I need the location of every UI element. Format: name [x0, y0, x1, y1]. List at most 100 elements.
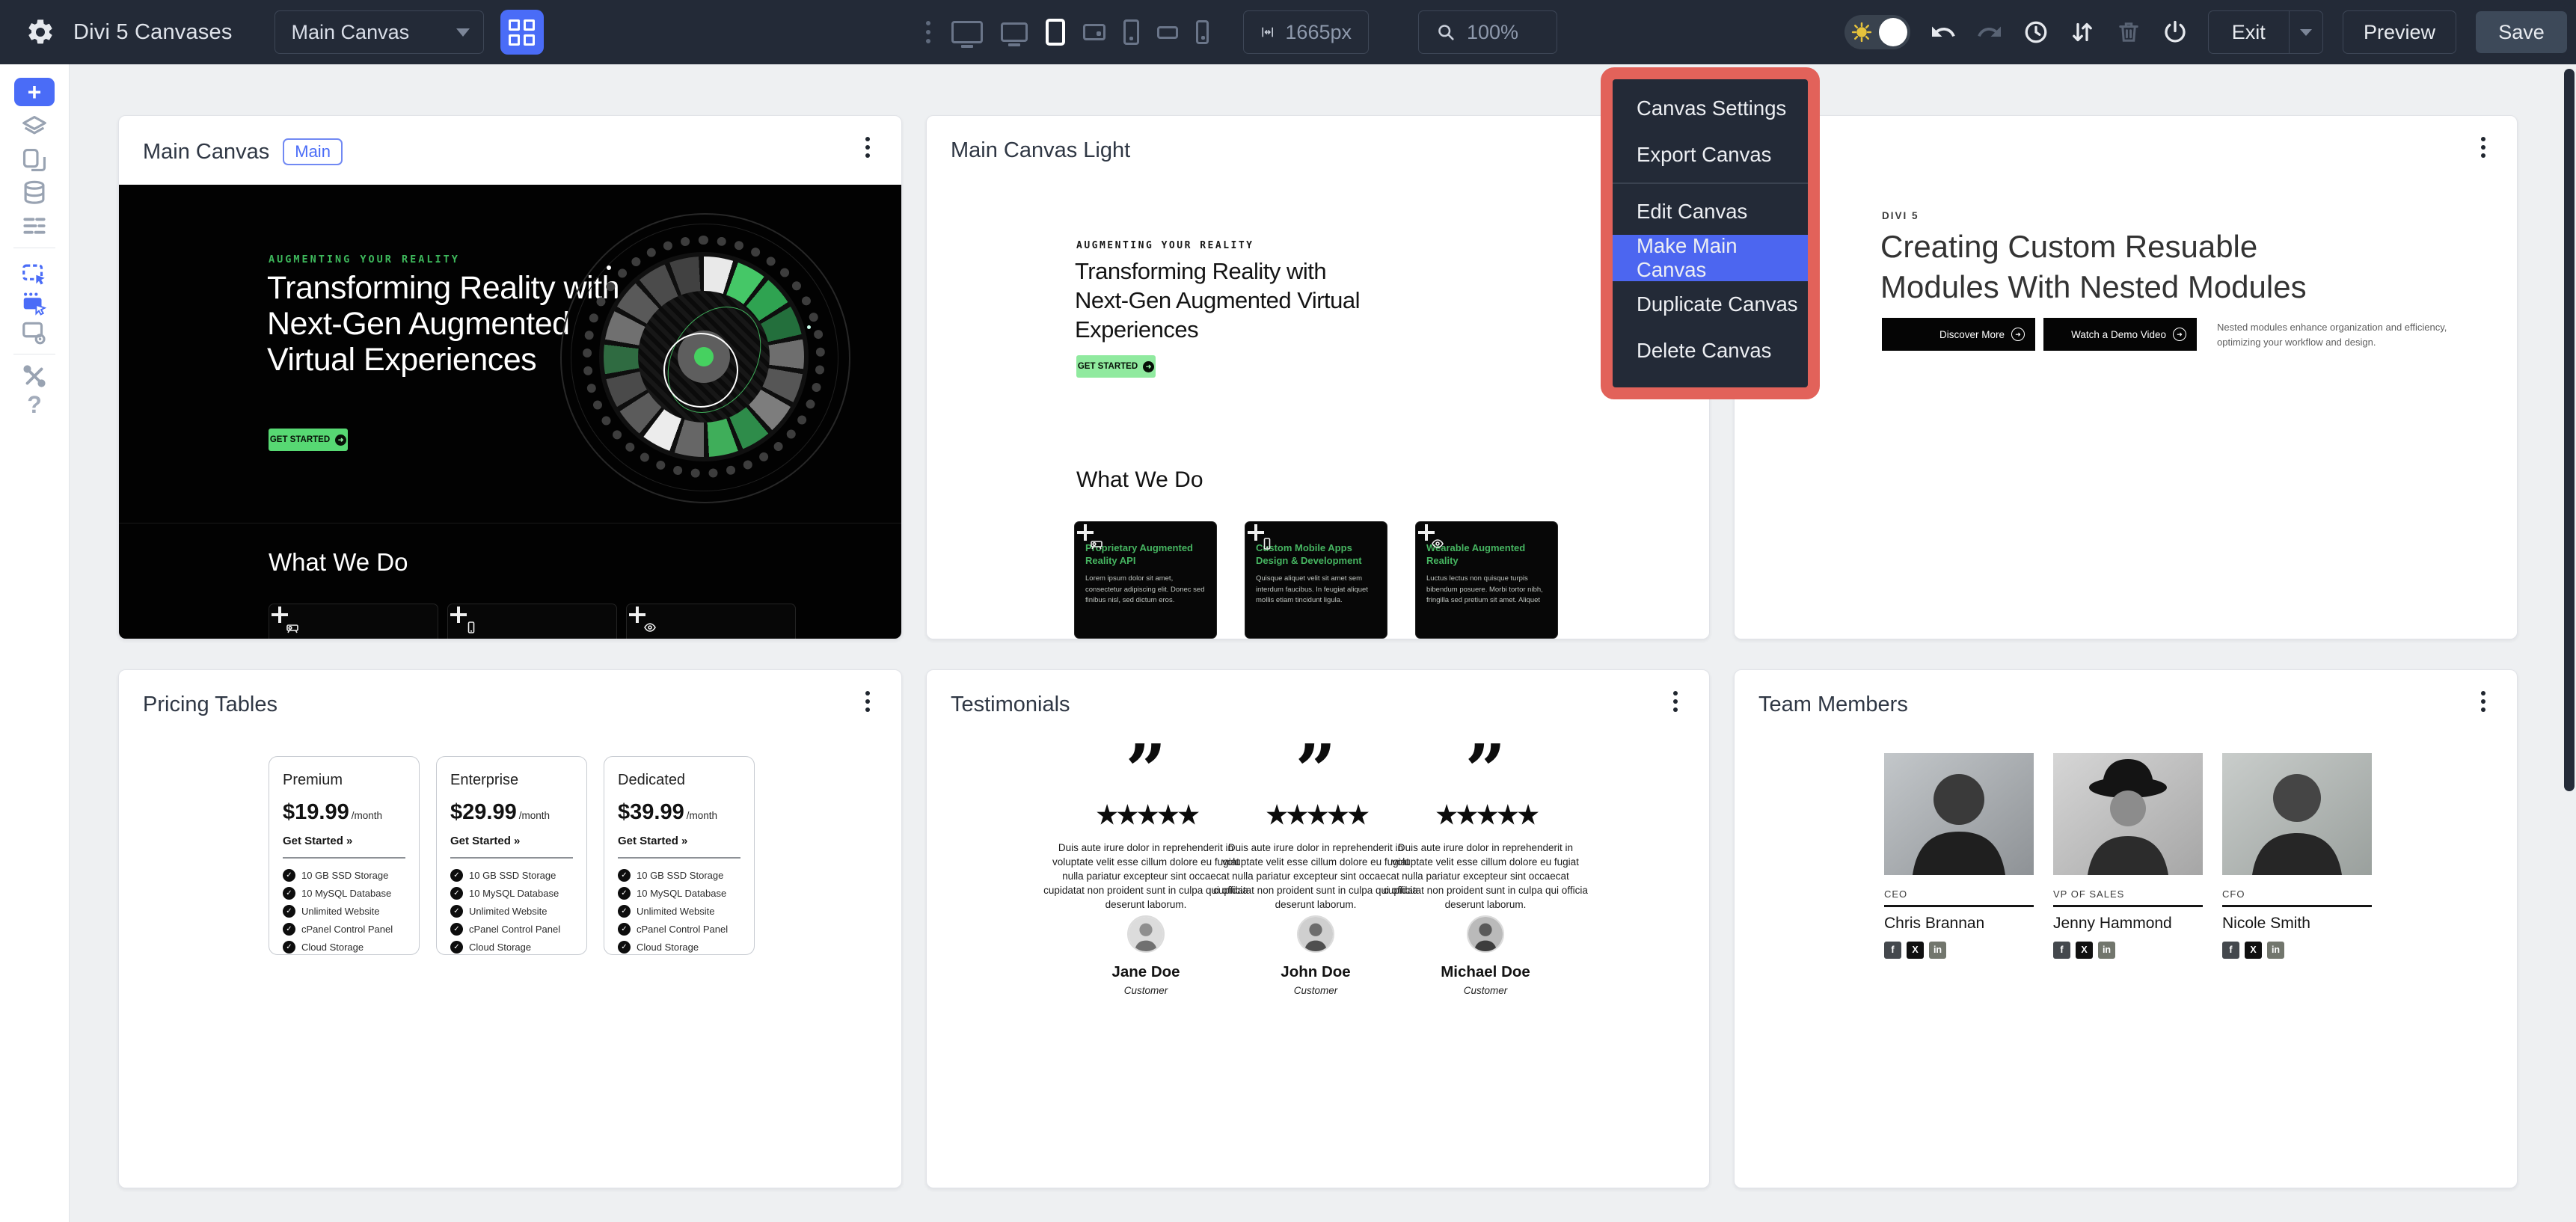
card-menu-kebab-icon[interactable]: [2472, 137, 2494, 167]
feature-label: cPanel Control Panel: [301, 924, 393, 935]
help-icon[interactable]: ?: [20, 390, 49, 419]
add-new-button[interactable]: +: [14, 78, 55, 106]
linkedin-icon: in: [2267, 942, 2284, 959]
check-icon: [450, 869, 463, 882]
what-we-do-heading: What We Do: [1076, 467, 1203, 493]
discover-more-label: Discover More: [1939, 329, 2005, 340]
vertical-scrollbar[interactable]: [2564, 69, 2575, 791]
tools-icon[interactable]: [20, 362, 49, 390]
canvas-card-testimonials[interactable]: Testimonials ” ★★★★★ Duis aute irure dol…: [926, 669, 1710, 1188]
redo-icon[interactable]: [1976, 19, 2003, 46]
zoom-control[interactable]: 100%: [1418, 10, 1557, 54]
device-desktop-large-icon[interactable]: [951, 21, 983, 43]
trash-icon[interactable]: [2115, 19, 2142, 46]
check-icon: [283, 869, 295, 882]
facebook-icon: f: [1884, 942, 1901, 959]
device-desktop-icon[interactable]: [1001, 22, 1028, 42]
save-label: Save: [2498, 21, 2545, 44]
check-icon: [283, 941, 295, 954]
service-body: Quisque aliquet velit sit amet sem inter…: [1256, 574, 1376, 607]
menu-item-make-main-canvas[interactable]: Make Main Canvas: [1613, 235, 1808, 281]
module-preview-icon[interactable]: [20, 319, 49, 347]
card-menu-kebab-icon[interactable]: [856, 691, 879, 721]
canvas-card-pricing[interactable]: Pricing Tables Premium $19.99/month Get …: [118, 669, 902, 1188]
history-icon[interactable]: [2023, 19, 2049, 46]
what-we-do-heading: What We Do: [269, 548, 408, 577]
pricing-plan: Enterprise $29.99/month Get Started » 10…: [436, 756, 587, 955]
plan-name: Dedicated: [618, 772, 740, 789]
testimonial-name: Michael Doe: [1382, 963, 1589, 981]
menu-item-delete-canvas[interactable]: Delete Canvas: [1613, 328, 1808, 374]
card-menu-kebab-icon[interactable]: [2472, 691, 2494, 721]
check-icon: [450, 923, 463, 936]
portability-power-icon[interactable]: [2162, 19, 2189, 46]
check-icon: [618, 869, 631, 882]
menu-item-duplicate-canvas[interactable]: Duplicate Canvas: [1613, 281, 1808, 328]
toggle-knob: [1879, 18, 1907, 46]
device-tablet-icon[interactable]: [1046, 19, 1065, 46]
device-phone-icon[interactable]: [1123, 19, 1139, 45]
service-body: Lorem ipsum dolor sit amet, consectetur …: [1085, 574, 1206, 607]
canvas-width-input[interactable]: 1665px: [1243, 10, 1369, 54]
canvas-grid-view-button[interactable]: [500, 10, 544, 55]
plan-price: $29.99: [450, 800, 517, 825]
canvas-card-light[interactable]: Main Canvas Light AUGMENTING YOUR REALIT…: [926, 115, 1710, 639]
feature-label: Cloud Storage: [637, 942, 699, 953]
check-icon: [618, 887, 631, 900]
check-icon: [450, 887, 463, 900]
divi5-label: DIVI 5: [1882, 210, 1919, 221]
chevron-down-icon: [456, 28, 470, 37]
plan-cta: Get Started »: [618, 835, 740, 847]
device-phone-small-icon[interactable]: [1196, 20, 1209, 44]
settings-gear-icon[interactable]: [25, 17, 55, 47]
rows-icon[interactable]: [20, 212, 49, 240]
undo-icon[interactable]: [1930, 19, 1957, 46]
preview-button[interactable]: Preview: [2343, 10, 2456, 54]
canvas-name: Pricing Tables: [143, 693, 277, 717]
layers-icon[interactable]: [20, 113, 49, 141]
plan-divider: [283, 857, 405, 859]
member-photo: [1884, 753, 2034, 875]
canvas-selector-dropdown[interactable]: Main Canvas: [275, 10, 484, 54]
canvas-select-icon[interactable]: [20, 260, 49, 289]
preview-label: Preview: [2364, 21, 2435, 44]
check-icon: [283, 905, 295, 918]
get-started-button: GET STARTED➜: [269, 429, 348, 451]
divi-canvases-app: Divi 5 Canvases Main Canvas 1665px: [0, 0, 2576, 1222]
menu-item-export-canvas[interactable]: Export Canvas: [1613, 132, 1808, 178]
member-name: Nicole Smith: [2222, 915, 2372, 933]
quote-mark: ”: [1382, 745, 1589, 797]
plan-cta: Get Started »: [283, 835, 405, 847]
templates-icon[interactable]: [20, 146, 49, 174]
database-icon[interactable]: [20, 179, 49, 207]
team-member: VP OF SALES Jenny Hammond f X in: [2053, 753, 2203, 959]
canvas-preview-nested: DIVI 5 Creating Custom Resuable Modules …: [1735, 185, 2517, 639]
card-menu-kebab-icon[interactable]: [856, 137, 879, 167]
plan-period: /month: [519, 810, 550, 821]
canvas-card-team[interactable]: Team Members CEO Chris Brannan f X in VP…: [1734, 669, 2518, 1188]
plan-name: Enterprise: [450, 772, 573, 789]
sun-icon: [1850, 21, 1873, 43]
menu-item-edit-canvas[interactable]: Edit Canvas: [1613, 188, 1808, 235]
get-started-label: GET STARTED: [270, 435, 330, 444]
check-icon: [283, 887, 295, 900]
canvas-card-nested-modules[interactable]: DIVI 5 Creating Custom Resuable Modules …: [1734, 115, 2518, 639]
view-options-icon[interactable]: [926, 21, 930, 43]
device-phone-landscape-icon[interactable]: [1157, 26, 1178, 39]
theme-toggle[interactable]: [1844, 15, 1910, 49]
card-menu-kebab-icon[interactable]: [1664, 691, 1687, 721]
member-role: CEO: [1884, 888, 2034, 900]
save-button[interactable]: Save: [2476, 11, 2567, 53]
plan-name: Premium: [283, 772, 405, 789]
canvas-name: Team Members: [1758, 693, 1908, 717]
sort-layers-icon[interactable]: [2069, 19, 2096, 46]
canvas-card-main[interactable]: Main Canvas Main AUGMENTING YOUR REALITY…: [118, 115, 902, 639]
canvas-select-active-icon[interactable]: [20, 290, 49, 319]
exit-dropdown-chevron[interactable]: [2290, 29, 2322, 36]
device-tablet-landscape-icon[interactable]: [1083, 24, 1105, 40]
nested-note: Nested modules enhance organization and …: [2217, 320, 2468, 349]
exit-button[interactable]: Exit: [2208, 10, 2323, 54]
canvas-preview-light: AUGMENTING YOUR REALITY Transforming Rea…: [927, 185, 1709, 639]
watch-demo-button: Watch a Demo Video➜: [2043, 318, 2197, 351]
menu-item-canvas-settings[interactable]: Canvas Settings: [1613, 85, 1808, 132]
